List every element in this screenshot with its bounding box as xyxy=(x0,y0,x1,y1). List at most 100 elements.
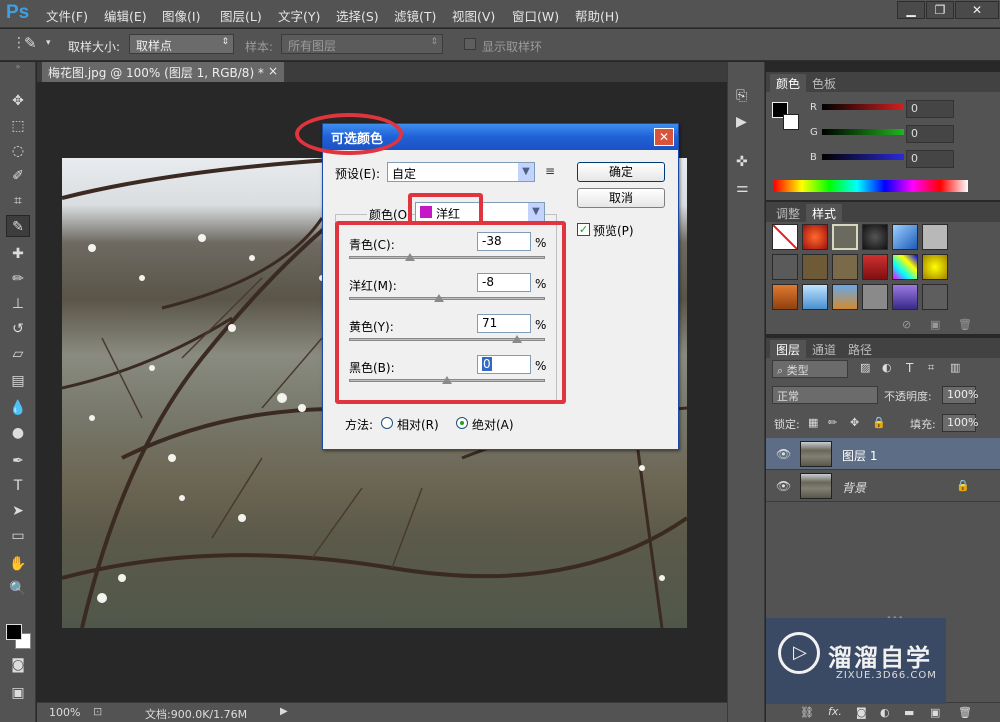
eye-icon[interactable]: 👁 xyxy=(776,479,791,493)
filter-pixel-icon[interactable]: ▨ xyxy=(860,361,870,374)
method-relative-radio[interactable] xyxy=(381,417,393,429)
clear-style-icon[interactable]: ⊘ xyxy=(902,318,911,331)
method-absolute-radio[interactable] xyxy=(456,417,468,429)
tab-adjustments[interactable]: 调整 xyxy=(770,204,806,222)
zoom-level[interactable]: 100% xyxy=(49,706,80,719)
tab-swatches[interactable]: 色板 xyxy=(806,74,842,92)
cancel-button[interactable]: 取消 xyxy=(577,188,665,208)
move-tool-icon[interactable]: ✥ xyxy=(6,90,30,112)
brush-tool-icon[interactable]: ✏ xyxy=(6,268,30,290)
actions-play-icon[interactable]: ▶ xyxy=(736,114,747,130)
hand-tool-icon[interactable]: ✋ xyxy=(6,553,30,575)
style-swatch-18[interactable] xyxy=(922,284,948,310)
status-info-icon[interactable]: ⊡ xyxy=(93,705,102,718)
style-swatch-10[interactable] xyxy=(862,254,888,280)
tab-styles[interactable]: 样式 xyxy=(806,204,843,222)
path-select-tool-icon[interactable]: ➤ xyxy=(6,500,30,522)
marquee-tool-icon[interactable]: ⬚ xyxy=(6,115,30,137)
menu-window[interactable]: 窗口(W) xyxy=(512,6,559,25)
style-swatch-8[interactable] xyxy=(802,254,828,280)
new-group-icon[interactable]: ▬ xyxy=(904,706,914,719)
tool-preset-chevron-icon[interactable]: ▾ xyxy=(46,38,51,48)
minimize-button[interactable]: ▁ xyxy=(897,1,925,19)
type-tool-icon[interactable]: T xyxy=(6,475,30,497)
tab-color[interactable]: 颜色 xyxy=(770,74,807,92)
menu-edit[interactable]: 编辑(E) xyxy=(104,6,147,25)
style-swatch-7[interactable] xyxy=(772,254,798,280)
style-swatch-12[interactable] xyxy=(922,254,948,280)
eye-icon[interactable]: 👁 xyxy=(776,447,791,461)
style-swatch-16[interactable] xyxy=(862,284,888,310)
fill-input[interactable]: 100% xyxy=(942,414,978,432)
sample-size-select[interactable]: 取样点 ⇕ xyxy=(129,34,234,54)
color-spectrum-ramp[interactable] xyxy=(774,180,968,192)
foreground-color-swatch-top[interactable] xyxy=(6,624,22,640)
panel-collapse-icon[interactable]: » xyxy=(0,62,36,71)
style-swatch-3[interactable] xyxy=(832,224,858,250)
dialog-close-button[interactable]: ✕ xyxy=(654,128,674,146)
color-panel-background-swatch[interactable] xyxy=(783,114,799,130)
channel-g-slider[interactable] xyxy=(822,129,904,135)
lock-position-icon[interactable]: ✥ xyxy=(850,416,859,429)
style-swatch-4[interactable] xyxy=(862,224,888,250)
adjustment-layer-icon[interactable]: ◐ xyxy=(880,706,890,719)
layer-row-layer1[interactable]: 👁 图层 1 xyxy=(766,438,1000,470)
stamp-tool-icon[interactable]: ⊥ xyxy=(6,293,30,315)
show-ring-checkbox[interactable] xyxy=(464,38,476,50)
layer-name[interactable]: 背景 xyxy=(842,479,866,496)
eyedropper-tool-icon[interactable]: ✎ xyxy=(24,34,37,52)
style-swatch-14[interactable] xyxy=(802,284,828,310)
channel-b-input[interactable]: 0 xyxy=(906,150,954,168)
link-layers-icon[interactable]: ⛓ xyxy=(800,706,814,719)
dodge-tool-icon[interactable]: ● xyxy=(6,422,30,444)
status-menu-arrow-icon[interactable]: ▶ xyxy=(280,706,288,717)
menu-help[interactable]: 帮助(H) xyxy=(575,6,619,25)
ok-button[interactable]: 确定 xyxy=(577,162,665,182)
blend-mode-select[interactable]: 正常 xyxy=(772,386,878,404)
style-swatch-17[interactable] xyxy=(892,284,918,310)
style-swatch-6[interactable] xyxy=(922,224,948,250)
filter-type-icon[interactable]: T xyxy=(906,361,913,375)
filter-shape-icon[interactable]: ⌗ xyxy=(928,361,934,375)
menu-file[interactable]: 文件(F) xyxy=(46,6,88,25)
opacity-input[interactable]: 100% xyxy=(942,386,978,404)
lock-pixels-icon[interactable]: ✏ xyxy=(828,416,837,429)
close-window-button[interactable]: ✕ xyxy=(955,1,999,19)
layer-row-background[interactable]: 👁 背景 🔒 xyxy=(766,470,1000,502)
blur-tool-icon[interactable]: 💧 xyxy=(6,397,30,419)
filter-adjust-icon[interactable]: ◐ xyxy=(882,361,892,374)
quick-select-tool-icon[interactable]: ✐ xyxy=(6,165,30,187)
healing-brush-tool-icon[interactable]: ✚ xyxy=(6,243,30,265)
fx-icon[interactable]: fx. xyxy=(828,705,842,718)
history-panel-icon[interactable]: ⎘ xyxy=(736,88,747,104)
style-swatch-11[interactable] xyxy=(892,254,918,280)
style-none-swatch[interactable] xyxy=(772,224,798,250)
style-swatch-15[interactable] xyxy=(832,284,858,310)
menu-select[interactable]: 选择(S) xyxy=(336,6,379,25)
preset-options-icon[interactable]: ≡ xyxy=(545,164,555,178)
style-swatch-9[interactable] xyxy=(832,254,858,280)
brush-panel-icon[interactable]: ✜ xyxy=(736,154,748,170)
layer-name[interactable]: 图层 1 xyxy=(842,447,877,464)
screen-mode-icon[interactable]: ▣ xyxy=(6,682,30,704)
history-brush-tool-icon[interactable]: ↺ xyxy=(6,318,30,340)
layer-filter-select[interactable]: ⌕ 类型 xyxy=(772,360,848,378)
shape-tool-icon[interactable]: ▭ xyxy=(6,525,30,547)
zoom-tool-icon[interactable]: 🔍 xyxy=(6,578,30,600)
tab-close-icon[interactable]: × xyxy=(268,64,278,78)
channel-r-input[interactable]: 0 xyxy=(906,100,954,118)
crop-tool-icon[interactable]: ⌗ xyxy=(6,190,30,212)
preset-select[interactable]: 自定 ▼ xyxy=(387,162,535,182)
lasso-tool-icon[interactable]: ◌ xyxy=(6,140,30,162)
channel-r-slider[interactable] xyxy=(822,104,904,110)
document-tab[interactable]: 梅花图.jpg @ 100% (图层 1, RGB/8) * × xyxy=(42,62,284,82)
tab-paths[interactable]: 路径 xyxy=(842,340,878,358)
channel-b-slider[interactable] xyxy=(822,154,904,160)
gradient-tool-icon[interactable]: ▤ xyxy=(6,370,30,392)
properties-panel-icon[interactable]: ⚌ xyxy=(736,180,749,196)
delete-style-icon[interactable]: 🗑 xyxy=(958,318,972,331)
eraser-tool-icon[interactable]: ▱ xyxy=(6,343,30,365)
menu-type[interactable]: 文字(Y) xyxy=(278,6,320,25)
preview-checkbox[interactable]: ✓ xyxy=(577,223,590,236)
style-swatch-5[interactable] xyxy=(892,224,918,250)
